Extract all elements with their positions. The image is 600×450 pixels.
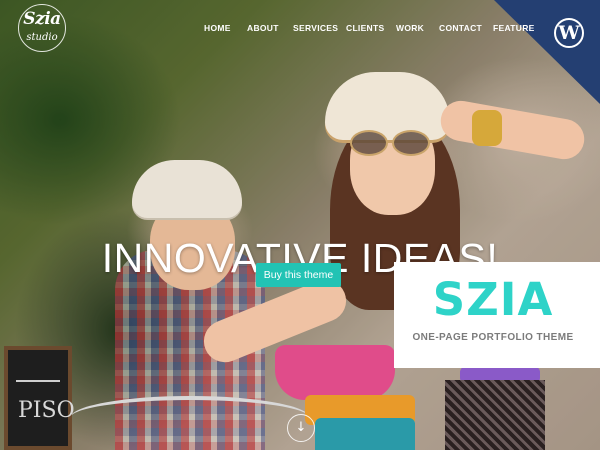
- wordpress-icon[interactable]: W: [554, 18, 584, 48]
- gold-bracelet: [472, 110, 502, 146]
- buy-theme-button[interactable]: Buy this theme: [256, 263, 341, 287]
- nav-work[interactable]: WORK: [396, 23, 424, 33]
- sunglasses: [350, 130, 430, 156]
- nav-home[interactable]: HOME: [204, 23, 231, 33]
- scroll-down-icon[interactable]: ↓: [287, 414, 315, 442]
- lace-basket: [445, 380, 545, 450]
- nav-services[interactable]: SERVICES: [293, 23, 338, 33]
- chalk-line: [16, 380, 60, 382]
- bicycle-handlebar: [70, 396, 310, 440]
- promo-card: SZIA ONE-PAGE PORTFOLIO THEME: [394, 262, 600, 368]
- nav-about[interactable]: ABOUT: [247, 23, 279, 33]
- nav-feature[interactable]: FEATURE: [493, 23, 535, 33]
- chalkboard-sign: PISO: [4, 346, 75, 450]
- nav-clients[interactable]: CLIENTS: [346, 23, 384, 33]
- promo-tagline: ONE-PAGE PORTFOLIO THEME: [412, 332, 574, 343]
- teal-basket: [315, 418, 415, 450]
- man-hat: [132, 160, 242, 218]
- site-logo[interactable]: Szia studio: [18, 4, 66, 52]
- wordpress-ribbon: [494, 0, 600, 104]
- chalkboard-text: PISO: [18, 398, 75, 423]
- promo-brand: SZIA: [432, 273, 554, 326]
- nav-contact[interactable]: CONTACT: [439, 23, 482, 33]
- pink-basket: [275, 345, 395, 400]
- logo-subtitle: studio: [26, 32, 58, 43]
- logo-wordmark: Szia: [23, 9, 61, 29]
